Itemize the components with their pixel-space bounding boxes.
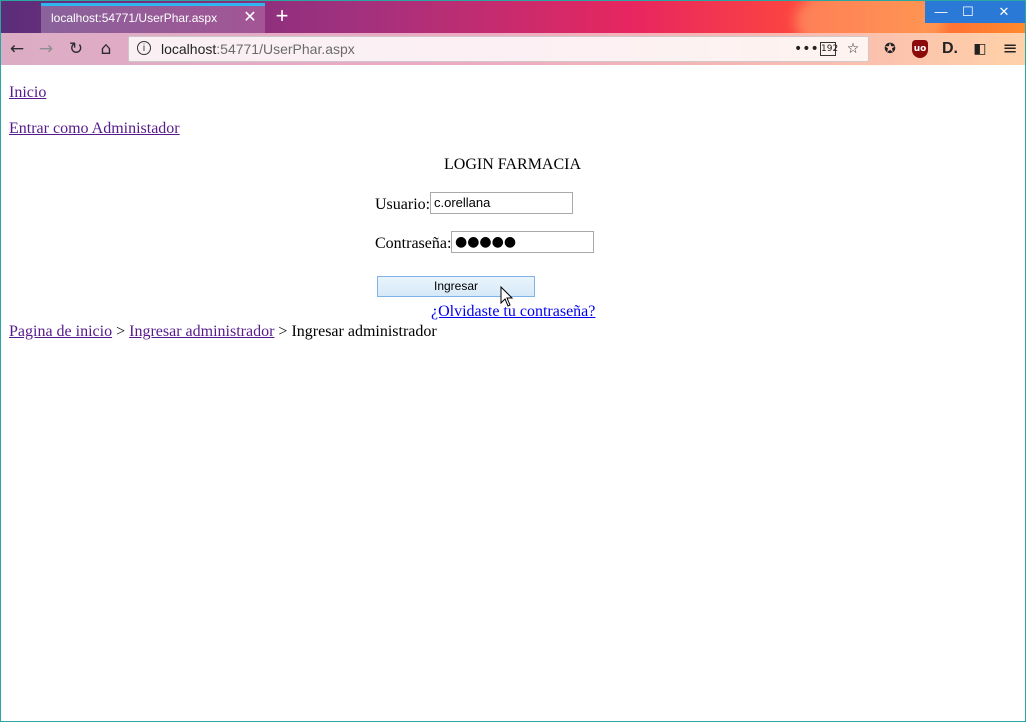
- sidebar-icon[interactable]: ◧: [969, 39, 991, 59]
- page-actions-icon[interactable]: •••: [794, 41, 819, 57]
- browser-tab[interactable]: localhost:54771/UserPhar.aspx ✕: [41, 3, 265, 33]
- breadcrumb-separator: >: [112, 323, 130, 340]
- browser-window: localhost:54771/UserPhar.aspx ✕ + — ☐ ✕ …: [0, 0, 1026, 722]
- tab-title: localhost:54771/UserPhar.aspx: [51, 11, 218, 25]
- reload-icon[interactable]: ↻: [64, 37, 88, 61]
- site-info-icon[interactable]: i: [137, 41, 151, 55]
- breadcrumb-home-link[interactable]: Pagina de inicio: [9, 323, 112, 340]
- usuario-input[interactable]: c.orellana: [430, 192, 573, 214]
- breadcrumb: Pagina de inicio > Ingresar administrado…: [9, 323, 437, 341]
- page-title: LOGIN FARMACIA: [444, 156, 582, 173]
- password-input[interactable]: ●●●●●: [451, 231, 594, 253]
- maximize-button[interactable]: ☐: [953, 1, 983, 23]
- back-icon[interactable]: ←: [5, 37, 29, 61]
- url-path: :54771/UserPhar.aspx: [216, 41, 355, 57]
- home-icon[interactable]: ⌂: [94, 37, 118, 61]
- breadcrumb-current: Ingresar administrador: [291, 323, 437, 340]
- forgot-password-link[interactable]: ¿Olvidaste tu contraseña?: [431, 303, 595, 321]
- new-tab-button[interactable]: +: [271, 5, 293, 27]
- close-window-button[interactable]: ✕: [983, 1, 1025, 23]
- page-content: Inicio Entrar como Administador LOGIN FA…: [1, 66, 1025, 721]
- breadcrumb-parent-link[interactable]: Ingresar administrador: [129, 323, 274, 340]
- inicio-link[interactable]: Inicio: [9, 84, 46, 102]
- menu-icon[interactable]: ≡: [999, 39, 1021, 59]
- tab-close-icon[interactable]: ✕: [241, 9, 259, 27]
- reader-view-icon[interactable]: 192: [820, 42, 838, 56]
- bookmark-star-icon[interactable]: ☆: [844, 41, 862, 57]
- forward-icon[interactable]: →: [34, 37, 58, 61]
- url-text[interactable]: localhost:54771/UserPhar.aspx: [161, 41, 355, 57]
- browser-titlebar: localhost:54771/UserPhar.aspx ✕ + — ☐ ✕: [1, 1, 1025, 61]
- url-host: localhost: [161, 41, 217, 57]
- dashlane-icon[interactable]: D.: [939, 39, 961, 59]
- admin-login-link[interactable]: Entrar como Administador: [9, 120, 180, 138]
- pocket-icon[interactable]: ✪: [879, 39, 901, 59]
- breadcrumb-separator: >: [274, 323, 292, 340]
- ublock-icon[interactable]: uo: [912, 40, 928, 58]
- browser-navbar: ← → ↻ ⌂ i localhost:54771/UserPhar.aspx …: [1, 33, 1025, 65]
- url-bar[interactable]: i localhost:54771/UserPhar.aspx ••• 192 …: [128, 36, 869, 62]
- usuario-label: Usuario:: [375, 196, 431, 213]
- url-tools: ••• 192 ☆: [794, 39, 862, 59]
- password-label: Contraseña:: [375, 235, 452, 252]
